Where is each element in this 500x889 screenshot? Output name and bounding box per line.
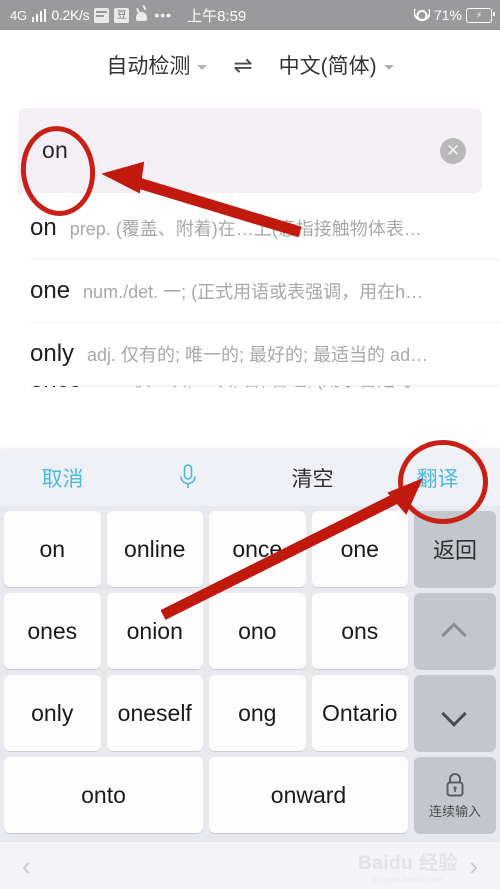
suggestion-definition: adj. 仅有的; 唯一的; 最好的; 最适当的 ad… bbox=[87, 345, 429, 365]
candidate-key[interactable]: ones bbox=[4, 593, 101, 669]
target-language-selector[interactable]: 中文(简体) bbox=[279, 50, 394, 80]
forward-icon[interactable]: › bbox=[469, 853, 478, 879]
keyboard-row-1: on online once one 返回 bbox=[4, 511, 496, 587]
chevron-down-icon bbox=[383, 64, 394, 70]
suggestion-definition: num./det. 一; (正式用语或表强调，用在h… bbox=[83, 282, 424, 302]
candidate-key[interactable]: ong bbox=[209, 675, 306, 751]
clock-label: 上午8:59 bbox=[187, 7, 247, 25]
source-language-selector[interactable]: 自动检测 bbox=[106, 50, 208, 80]
wifi-icon bbox=[413, 8, 430, 22]
translation-input-box[interactable]: on ✕ bbox=[18, 108, 482, 193]
back-icon[interactable]: ‹ bbox=[22, 853, 31, 879]
list-item[interactable]: once adv. 仅一次; 一次; 曾; 曾经; (用于否定句… bbox=[30, 386, 500, 412]
source-language-label: 自动检测 bbox=[106, 55, 191, 78]
chevron-down-icon bbox=[197, 64, 208, 70]
watermark-main-label: Baidu 经验 bbox=[357, 852, 458, 874]
language-bar: 自动检测 ⇌ 中文(简体) bbox=[0, 30, 500, 100]
keyboard-row-2: ones onion ono ons bbox=[4, 593, 496, 669]
suggestion-word: one bbox=[30, 277, 71, 304]
status-bar-left: 4G 0.2K/s 豆 ••• 上午8:59 bbox=[10, 5, 414, 26]
list-item[interactable]: only adj. 仅有的; 唯一的; 最好的; 最适当的 ad… bbox=[30, 323, 500, 386]
android-robot-icon bbox=[134, 8, 149, 23]
continuous-input-key[interactable]: 连续输入 bbox=[414, 757, 496, 833]
candidate-key[interactable]: once bbox=[209, 511, 306, 587]
battery-percent-label: 71% bbox=[433, 7, 462, 23]
target-language-label: 中文(简体) bbox=[278, 55, 377, 78]
cancel-button[interactable]: 取消 bbox=[0, 463, 125, 493]
candidate-key[interactable]: one bbox=[311, 511, 408, 587]
chevron-up-icon bbox=[441, 623, 469, 639]
keyboard-toolbar: 取消 清空 翻译 bbox=[0, 449, 500, 506]
keyboard-panel: 取消 清空 翻译 on online once one 返回 ones onio… bbox=[0, 449, 500, 889]
page-down-key[interactable] bbox=[414, 675, 496, 751]
candidate-key[interactable]: onto bbox=[4, 757, 203, 833]
candidate-key[interactable]: Ontario bbox=[311, 675, 408, 751]
watermark: Baidu 经验 jingyan.baidu.com bbox=[358, 848, 458, 884]
suggestion-word: once bbox=[30, 386, 82, 394]
candidate-key[interactable]: ono bbox=[209, 593, 306, 669]
voice-input-button[interactable] bbox=[125, 463, 250, 493]
clear-text-button[interactable]: 清空 bbox=[250, 463, 375, 493]
lock-icon bbox=[446, 772, 464, 796]
status-bar: 4G 0.2K/s 豆 ••• 上午8:59 71% ⚡ bbox=[0, 0, 500, 30]
keyboard-rows: on online once one 返回 ones onion ono ons… bbox=[0, 506, 500, 841]
suggestion-definition: prep. (覆盖、附着)在…上(意指接触物体表… bbox=[69, 219, 422, 239]
page-up-key[interactable] bbox=[414, 593, 496, 669]
candidate-key[interactable]: online bbox=[106, 511, 203, 587]
keyboard-row-3: only oneself ong Ontario bbox=[4, 675, 496, 751]
suggestion-list: on prep. (覆盖、附着)在…上(意指接触物体表… one num./de… bbox=[0, 197, 500, 412]
candidate-key[interactable]: ons bbox=[311, 593, 408, 669]
bottom-navigation-bar: ‹ Baidu 经验 jingyan.baidu.com › bbox=[0, 841, 500, 889]
watermark-sub-label: jingyan.baidu.com bbox=[372, 874, 444, 884]
list-item[interactable]: on prep. (覆盖、附着)在…上(意指接触物体表… bbox=[30, 197, 500, 260]
overflow-dots-icon: ••• bbox=[154, 7, 173, 23]
data-speed-label: 0.2K/s bbox=[51, 7, 90, 23]
app-icon: 豆 bbox=[114, 7, 130, 23]
chevron-down-icon bbox=[441, 705, 469, 721]
translate-button[interactable]: 翻译 bbox=[375, 463, 500, 493]
network-type-label: 4G bbox=[10, 7, 27, 23]
keyboard-row-4: onto onward 连续输入 bbox=[4, 757, 496, 833]
input-text-value[interactable]: on bbox=[42, 137, 440, 164]
candidate-key[interactable]: on bbox=[4, 511, 101, 587]
suggestion-definition: adv. 仅一次; 一次; 曾; 曾经; (用于否定句… bbox=[95, 386, 431, 392]
swap-languages-button[interactable]: ⇌ bbox=[233, 53, 252, 77]
return-key[interactable]: 返回 bbox=[414, 511, 496, 587]
continuous-input-label: 连续输入 bbox=[428, 803, 481, 819]
status-bar-right: 71% ⚡ bbox=[413, 7, 495, 23]
candidate-key[interactable]: onion bbox=[106, 593, 203, 669]
battery-icon: ⚡ bbox=[466, 7, 495, 23]
candidate-key[interactable]: only bbox=[4, 675, 101, 751]
signal-strength-icon bbox=[31, 8, 47, 22]
suggestion-word: only bbox=[30, 340, 75, 367]
message-icon bbox=[94, 7, 110, 23]
candidate-key[interactable]: oneself bbox=[106, 675, 203, 751]
candidate-key[interactable]: onward bbox=[209, 757, 408, 833]
list-item[interactable]: one num./det. 一; (正式用语或表强调，用在h… bbox=[30, 260, 500, 323]
clear-input-button[interactable]: ✕ bbox=[440, 137, 466, 164]
suggestion-word: on bbox=[30, 214, 57, 241]
mic-icon bbox=[179, 463, 196, 488]
